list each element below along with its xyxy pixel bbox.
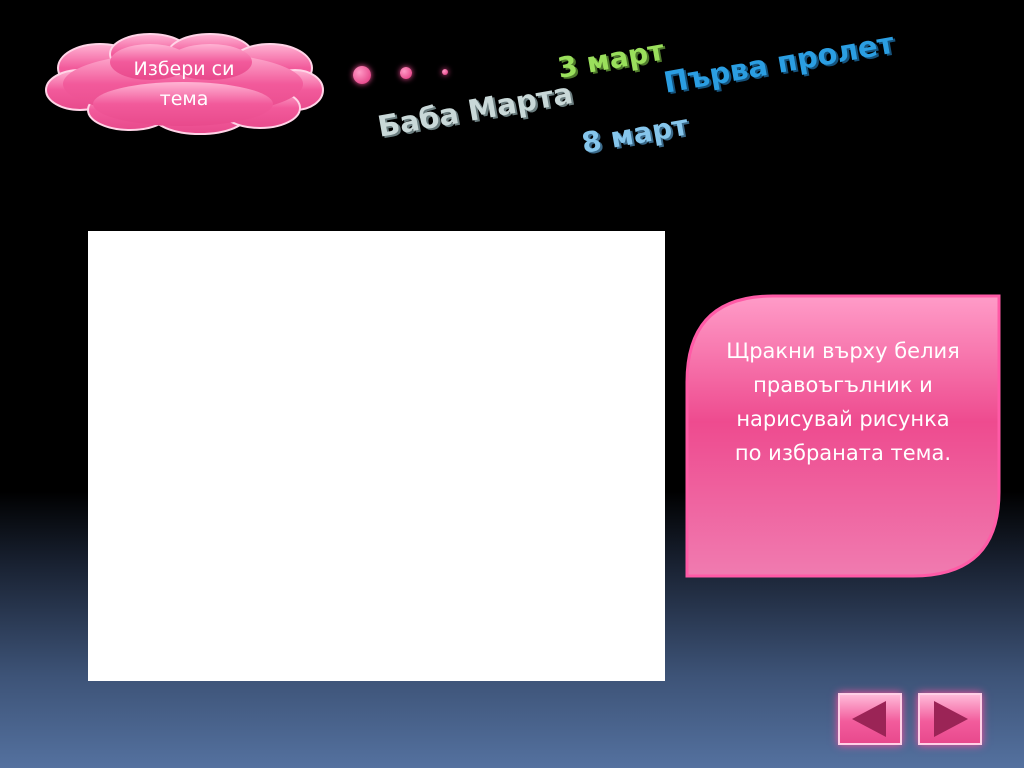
drawing-canvas[interactable] <box>88 231 665 681</box>
previous-button[interactable] <box>838 693 902 745</box>
next-button[interactable] <box>918 693 982 745</box>
decorative-dot-large <box>353 66 371 84</box>
choose-topic-cloud-button[interactable]: Избери си тема <box>40 32 326 136</box>
triangle-right-icon <box>934 701 968 737</box>
triangle-left-icon <box>852 701 886 737</box>
decorative-dot-medium <box>400 67 412 79</box>
decorative-dot-small <box>442 69 448 75</box>
topic-march-3[interactable]: 3 март <box>555 34 666 85</box>
choose-topic-label: Избери си тема <box>133 58 235 110</box>
topic-march-8[interactable]: 8 март <box>579 109 690 160</box>
instruction-text: Щракни върху белия правоъгълник и нарису… <box>726 339 960 465</box>
instruction-panel: Щракни върху белия правоъгълник и нарису… <box>683 292 1005 582</box>
topic-baba-marta[interactable]: Баба Марта <box>375 76 575 144</box>
topic-first-spring[interactable]: Първа пролет <box>661 26 897 100</box>
